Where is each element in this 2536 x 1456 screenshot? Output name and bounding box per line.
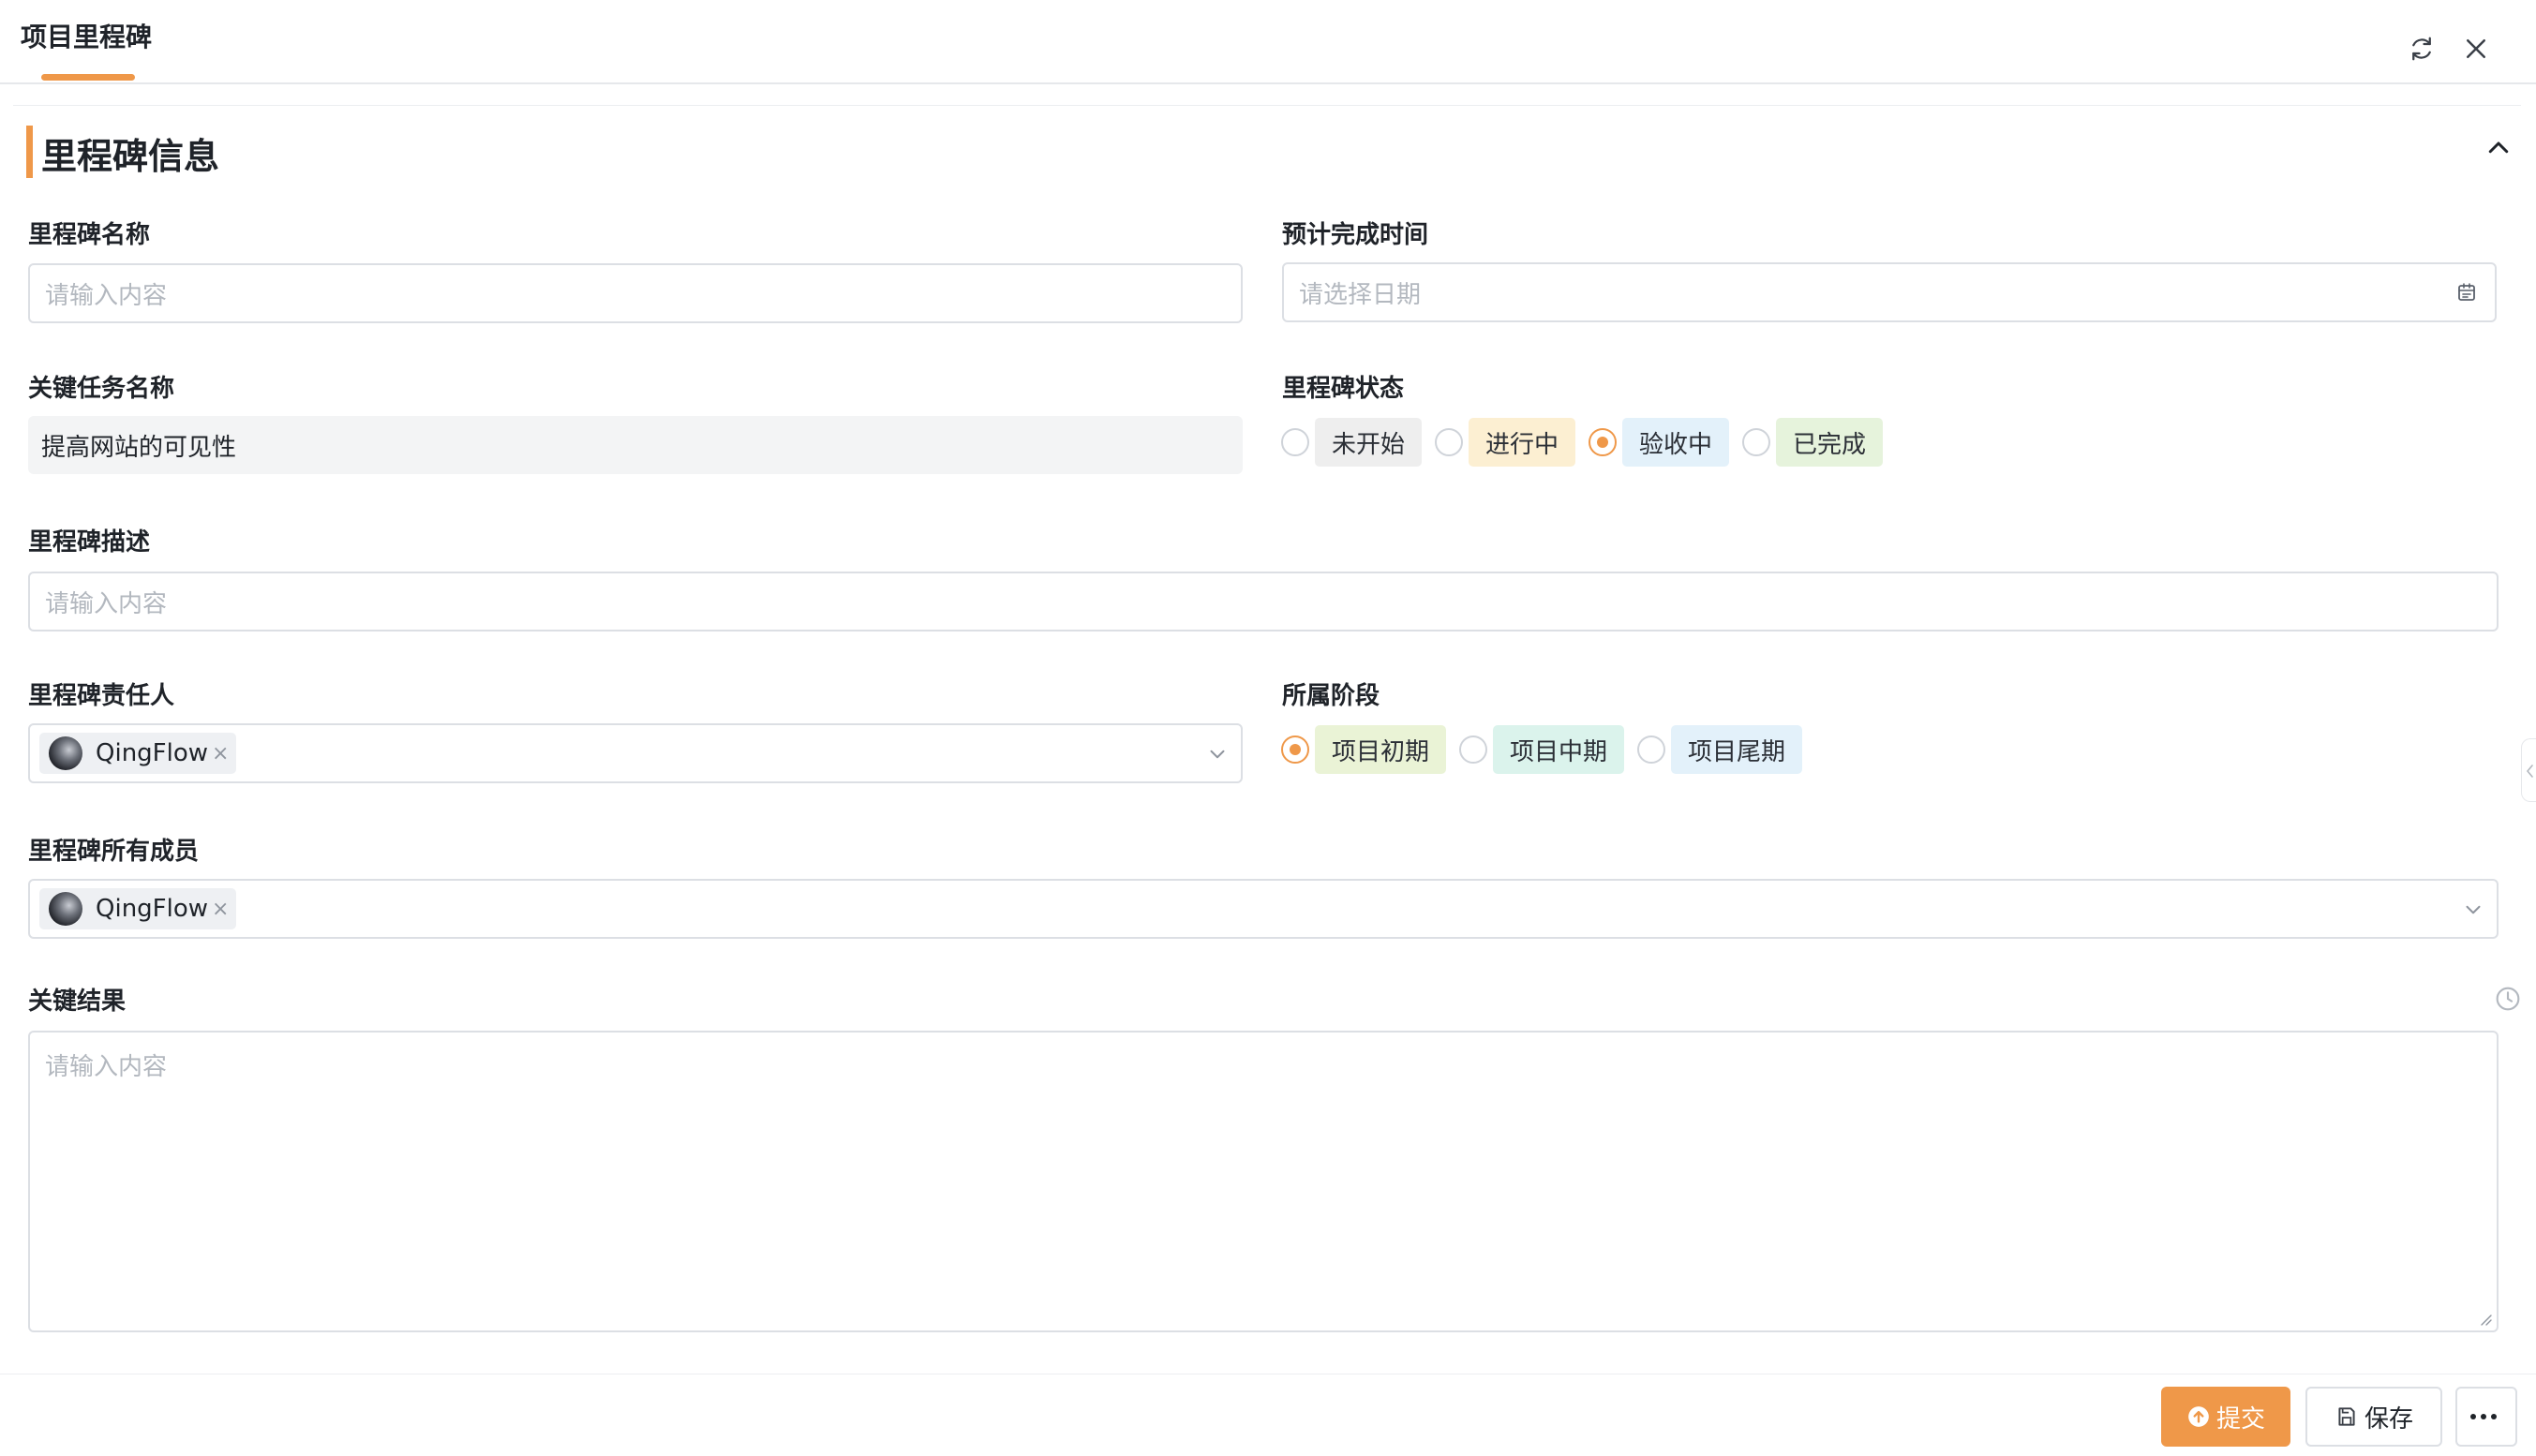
chevron-down-icon bbox=[1210, 750, 1225, 759]
status-option-not-started[interactable]: 未开始 bbox=[1315, 418, 1423, 467]
active-tab-indicator bbox=[41, 74, 135, 81]
submit-button[interactable]: 提交 bbox=[2161, 1387, 2290, 1447]
refresh-button[interactable] bbox=[2403, 30, 2440, 67]
key-result-textarea[interactable]: 请输入内容 bbox=[28, 1031, 2499, 1332]
remove-owner-icon[interactable]: × bbox=[212, 742, 229, 765]
tab-project-milestone[interactable]: 项目里程碑 bbox=[21, 17, 152, 54]
collapse-section-button[interactable] bbox=[2480, 129, 2517, 167]
avatar bbox=[49, 892, 82, 926]
chevron-up-icon bbox=[2488, 141, 2509, 154]
section-title: 里程碑信息 bbox=[41, 136, 220, 177]
status-radio-not-started[interactable] bbox=[1281, 428, 1309, 456]
upload-circle-icon bbox=[2188, 1406, 2209, 1427]
submit-label: 提交 bbox=[2215, 1404, 2265, 1434]
description-label: 里程碑描述 bbox=[28, 528, 151, 557]
calendar-icon bbox=[2454, 279, 2480, 305]
key-task-value: 提高网站的可见性 bbox=[41, 433, 237, 462]
key-task-field: 提高网站的可见性 bbox=[28, 416, 1243, 474]
remove-member-icon[interactable]: × bbox=[212, 898, 229, 921]
more-actions-button[interactable] bbox=[2455, 1387, 2517, 1447]
status-radio-completed[interactable] bbox=[1742, 428, 1771, 456]
milestone-name-label: 里程碑名称 bbox=[28, 221, 151, 249]
header-divider bbox=[13, 105, 2521, 106]
milestone-status-label: 里程碑状态 bbox=[1282, 375, 1405, 403]
status-option-in-progress[interactable]: 进行中 bbox=[1469, 418, 1576, 467]
stage-option-middle[interactable]: 项目中期 bbox=[1493, 725, 1625, 774]
owner-label: 里程碑责任人 bbox=[28, 682, 175, 710]
save-label: 保存 bbox=[2364, 1404, 2413, 1434]
members-member-name: QingFlow bbox=[96, 895, 209, 923]
top-bar: 项目里程碑 bbox=[0, 0, 2536, 84]
status-option-completed[interactable]: 已完成 bbox=[1776, 418, 1884, 467]
history-icon bbox=[2496, 987, 2520, 1011]
stage-radio-middle[interactable] bbox=[1459, 735, 1488, 764]
stage-radio-group: 项目初期 项目中期 项目尾期 bbox=[1281, 725, 1815, 774]
close-icon bbox=[2467, 39, 2485, 58]
key-task-label: 关键任务名称 bbox=[28, 375, 175, 403]
resize-grip-icon[interactable] bbox=[2476, 1310, 2493, 1327]
key-result-label: 关键结果 bbox=[28, 988, 127, 1016]
description-input[interactable]: 请输入内容 bbox=[28, 572, 2499, 631]
owner-member-tag: QingFlow × bbox=[39, 733, 237, 774]
status-radio-accepting[interactable] bbox=[1589, 428, 1618, 456]
history-button[interactable] bbox=[2493, 984, 2523, 1014]
milestone-name-input[interactable]: 请输入内容 bbox=[28, 263, 1243, 323]
stage-label: 所属阶段 bbox=[1282, 682, 1380, 710]
due-date-label: 预计完成时间 bbox=[1282, 221, 1429, 249]
description-placeholder: 请输入内容 bbox=[45, 589, 168, 618]
milestone-status-radio-group: 未开始 进行中 验收中 已完成 bbox=[1281, 418, 1896, 467]
more-icon bbox=[2470, 1414, 2497, 1419]
due-date-picker[interactable]: 请选择日期 bbox=[1282, 262, 2497, 322]
chevron-left-icon bbox=[2526, 765, 2533, 778]
members-select[interactable] bbox=[28, 879, 2499, 939]
chevron-down-icon bbox=[2466, 905, 2481, 914]
refresh-icon bbox=[2412, 37, 2431, 61]
due-date-placeholder: 请选择日期 bbox=[1299, 280, 1422, 309]
milestone-name-placeholder: 请输入内容 bbox=[45, 281, 168, 310]
owner-member-name: QingFlow bbox=[96, 739, 209, 767]
save-button[interactable]: 保存 bbox=[2305, 1387, 2442, 1447]
status-option-accepting[interactable]: 验收中 bbox=[1622, 418, 1730, 467]
status-radio-in-progress[interactable] bbox=[1435, 428, 1464, 456]
section-accent-bar bbox=[26, 126, 33, 178]
members-member-tag: QingFlow × bbox=[39, 888, 237, 929]
members-label: 里程碑所有成员 bbox=[28, 838, 200, 866]
stage-radio-late[interactable] bbox=[1637, 735, 1666, 764]
stage-option-late[interactable]: 项目尾期 bbox=[1671, 725, 1803, 774]
side-panel-handle[interactable] bbox=[2521, 738, 2536, 802]
avatar bbox=[49, 736, 82, 770]
close-button[interactable] bbox=[2457, 30, 2495, 67]
stage-radio-early[interactable] bbox=[1281, 735, 1309, 764]
save-icon bbox=[2338, 1407, 2355, 1426]
stage-option-early[interactable]: 项目初期 bbox=[1315, 725, 1447, 774]
key-result-placeholder: 请输入内容 bbox=[45, 1053, 168, 1081]
